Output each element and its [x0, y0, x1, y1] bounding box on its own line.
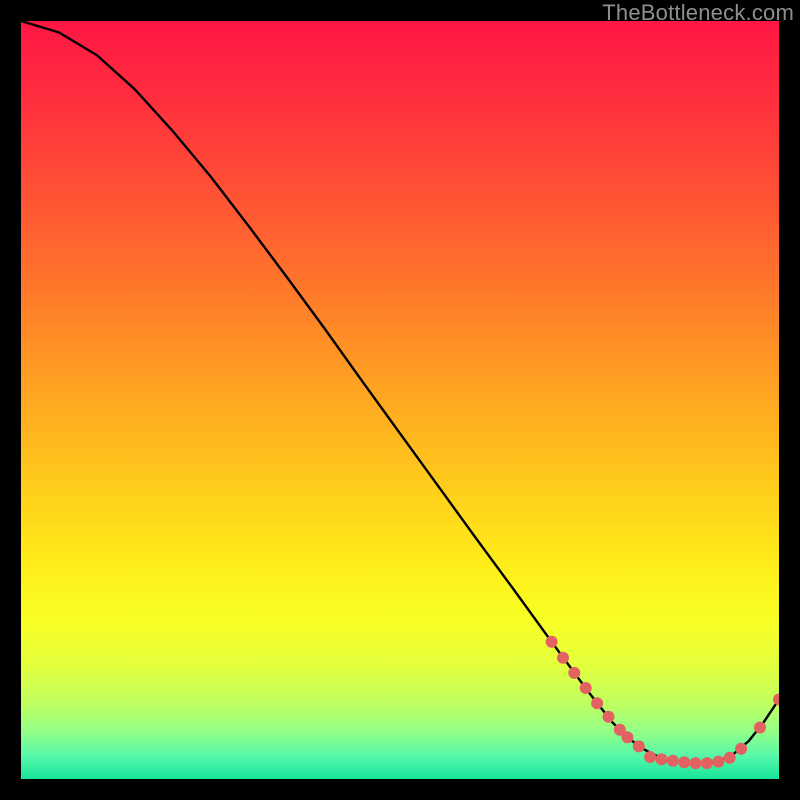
- chart-marker: [644, 751, 656, 763]
- chart-marker: [667, 755, 679, 767]
- chart-marker: [690, 757, 702, 769]
- chart-marker: [591, 697, 603, 709]
- chart-marker: [754, 722, 766, 734]
- chart-marker: [735, 743, 747, 755]
- chart-marker: [724, 752, 736, 764]
- chart-plot-area: [21, 21, 779, 779]
- watermark-text: TheBottleneck.com: [602, 0, 794, 26]
- chart-marker: [701, 757, 713, 769]
- chart-marker: [603, 711, 615, 723]
- chart-marker: [557, 652, 569, 664]
- chart-gradient-background: [21, 21, 779, 779]
- chart-marker: [580, 682, 592, 694]
- chart-svg: [21, 21, 779, 779]
- chart-marker: [633, 740, 645, 752]
- chart-marker: [656, 753, 668, 765]
- chart-marker: [568, 667, 580, 679]
- chart-marker: [678, 756, 690, 768]
- chart-stage: TheBottleneck.com: [0, 0, 800, 800]
- chart-marker: [621, 731, 633, 743]
- chart-marker: [546, 636, 558, 648]
- chart-marker: [712, 756, 724, 768]
